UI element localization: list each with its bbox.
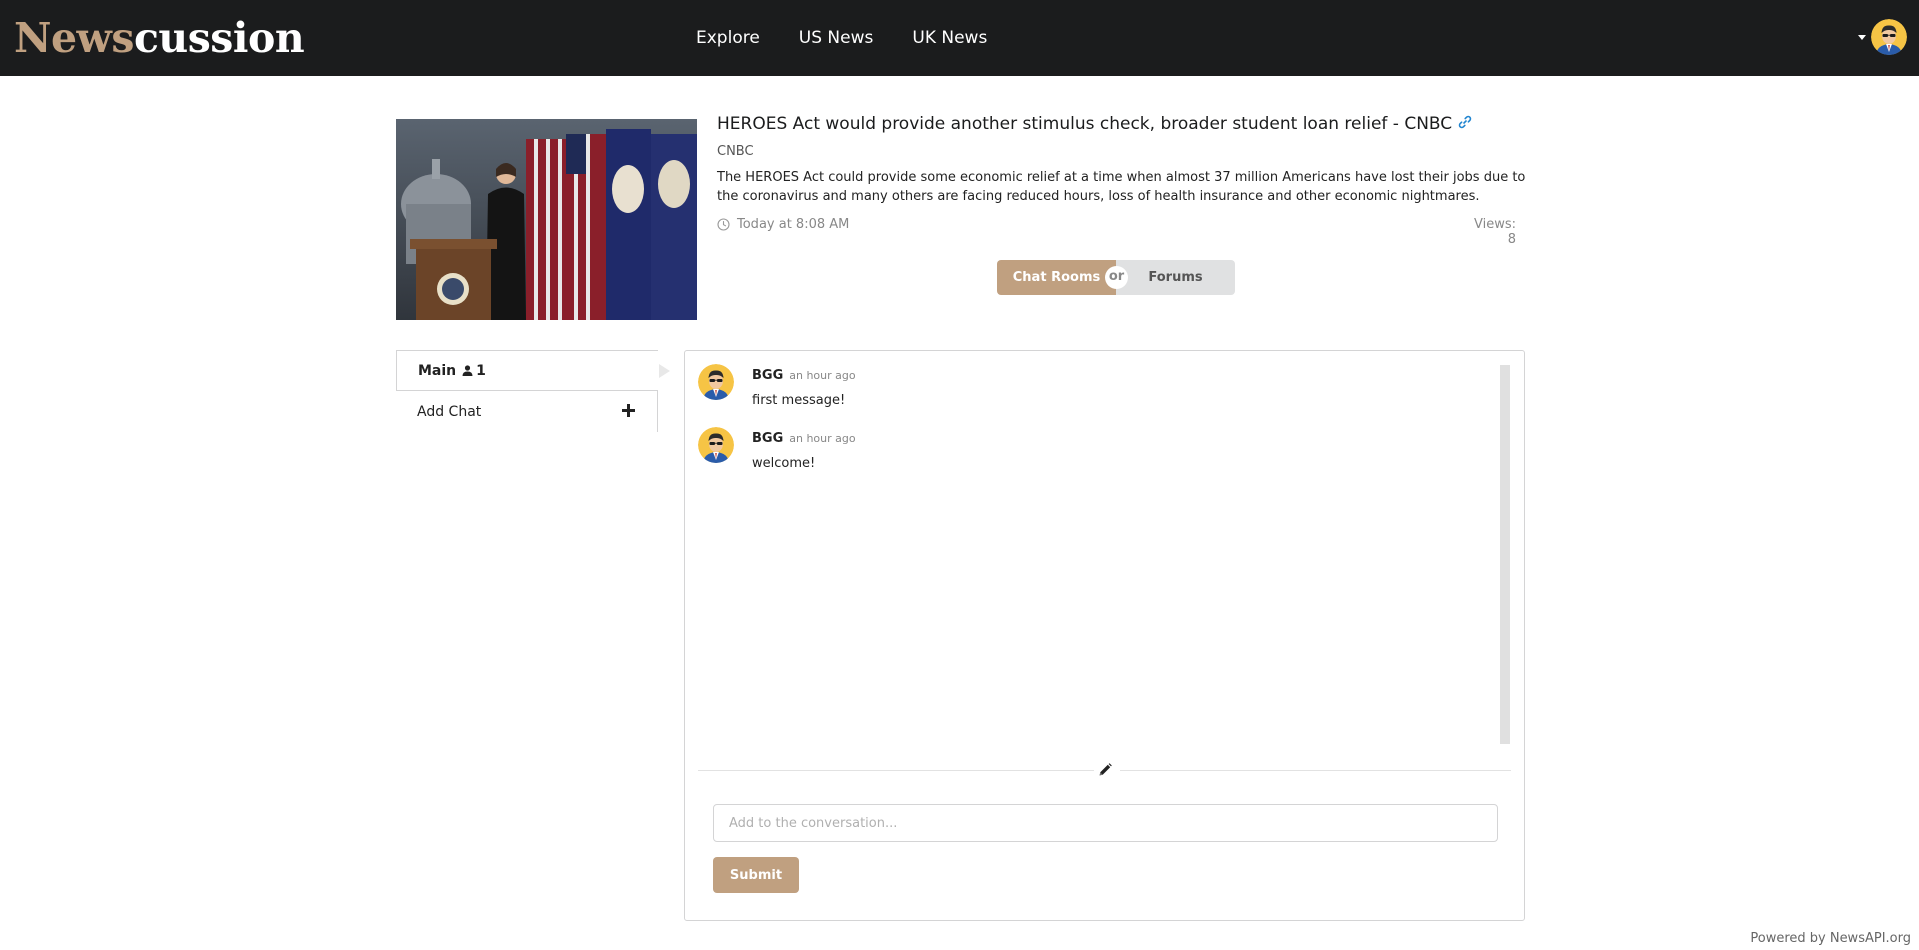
room-type-toggle: Chat Rooms Forums or bbox=[997, 260, 1235, 295]
room-item-main[interactable]: Main 1 bbox=[396, 350, 670, 391]
message-text: first message! bbox=[752, 393, 846, 408]
message-author[interactable]: BGG bbox=[752, 431, 783, 446]
user-menu[interactable] bbox=[1858, 19, 1907, 55]
brand-part-news: News bbox=[14, 14, 134, 62]
article-views: Views: 8 bbox=[1473, 217, 1516, 247]
message-time: an hour ago bbox=[789, 369, 856, 382]
forums-button[interactable]: Forums bbox=[1116, 260, 1235, 295]
article-description: The HEROES Act could provide some econom… bbox=[717, 170, 1526, 204]
or-divider: or bbox=[1105, 266, 1128, 289]
link-icon[interactable] bbox=[1458, 114, 1472, 134]
chat-message: BGG an hour ago welcome! bbox=[698, 427, 856, 471]
chat-room-list: Main 1 Add Chat bbox=[396, 350, 670, 432]
article-source: CNBC bbox=[717, 144, 754, 159]
chat-scrollbar[interactable] bbox=[1500, 365, 1510, 744]
nav-us-news[interactable]: US News bbox=[799, 28, 874, 48]
add-chat-label: Add Chat bbox=[417, 403, 482, 420]
pencil-icon bbox=[1094, 761, 1120, 779]
message-avatar[interactable] bbox=[698, 427, 734, 463]
nav-uk-news[interactable]: UK News bbox=[912, 28, 987, 48]
room-user-count-value: 1 bbox=[476, 362, 486, 379]
article-title[interactable]: HEROES Act would provide another stimulu… bbox=[717, 114, 1472, 134]
article-timestamp: Today at 8:08 AM bbox=[717, 217, 849, 232]
message-input[interactable] bbox=[713, 804, 1498, 842]
add-chat-button[interactable]: Add Chat bbox=[396, 391, 658, 432]
article-image bbox=[396, 119, 697, 320]
top-navbar: Newscussion Explore US News UK News bbox=[0, 0, 1919, 76]
powered-by[interactable]: Powered by NewsAPI.org bbox=[1750, 931, 1911, 946]
message-body: BGG an hour ago first message! bbox=[752, 364, 856, 408]
brand-logo[interactable]: Newscussion bbox=[14, 10, 305, 66]
message-time: an hour ago bbox=[789, 432, 856, 445]
plus-icon[interactable] bbox=[622, 404, 635, 417]
message-author[interactable]: BGG bbox=[752, 368, 783, 383]
room-user-count: 1 bbox=[462, 363, 486, 379]
submit-button[interactable]: Submit bbox=[713, 857, 799, 893]
brand-part-cussion: cussion bbox=[133, 14, 305, 62]
caret-down-icon bbox=[1858, 34, 1866, 40]
nav-links: Explore US News UK News bbox=[696, 0, 1026, 76]
article-time-text: Today at 8:08 AM bbox=[737, 217, 850, 232]
nav-explore[interactable]: Explore bbox=[696, 28, 760, 48]
user-avatar[interactable] bbox=[1871, 19, 1907, 55]
room-name: Main bbox=[418, 362, 457, 379]
article-title-text[interactable]: HEROES Act would provide another stimulu… bbox=[717, 114, 1452, 134]
chat-rooms-button[interactable]: Chat Rooms bbox=[997, 260, 1116, 295]
chat-panel: BGG an hour ago first message! BGG an hour… bbox=[684, 350, 1525, 921]
message-avatar[interactable] bbox=[698, 364, 734, 400]
user-icon bbox=[462, 365, 473, 376]
clock-icon bbox=[717, 218, 730, 231]
message-text: welcome! bbox=[752, 456, 816, 471]
chat-message: BGG an hour ago first message! bbox=[698, 364, 856, 408]
message-body: BGG an hour ago welcome! bbox=[752, 427, 856, 471]
